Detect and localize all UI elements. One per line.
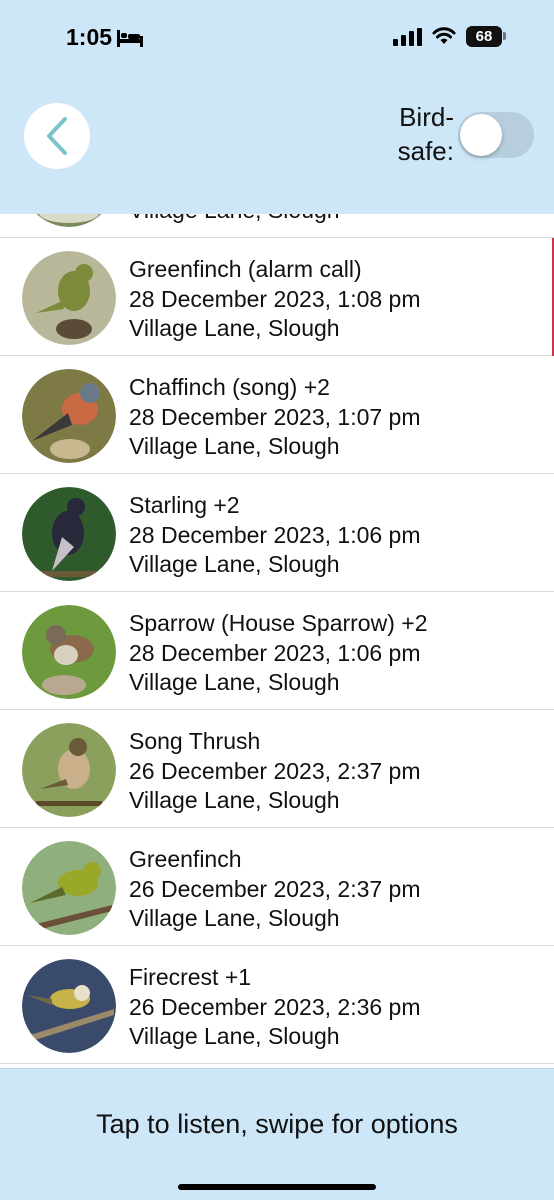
wifi-icon: [432, 27, 456, 44]
item-title: Song Thrush: [129, 728, 261, 754]
birdsafe-toggle[interactable]: [458, 112, 534, 158]
item-title: Sparrow (House Sparrow) +2: [129, 610, 428, 636]
battery-icon: 68: [466, 26, 502, 47]
bird-thumbnail: [22, 959, 116, 1053]
item-date: 26 December 2023, 2:37 pm: [129, 875, 421, 902]
bottom-bar: Tap to listen, swipe for options: [0, 1068, 554, 1200]
bird-thumbnail: [22, 369, 116, 463]
item-date: 28 December 2023, 1:06 pm: [129, 521, 421, 548]
item-title: Greenfinch: [129, 846, 242, 872]
list-item[interactable]: Greenfinch 26 December 2023, 2:37 pm Vil…: [0, 828, 554, 946]
status-time: 1:05: [66, 24, 113, 50]
item-date: 28 December 2023, 1:07 pm: [129, 403, 421, 430]
item-text: Sparrow (House Sparrow) +2 28 December 2…: [129, 608, 427, 697]
list-item[interactable]: Starling +2 28 December 2023, 1:06 pm Vi…: [0, 474, 554, 592]
birdsafe-label-line2: safe:: [397, 136, 454, 166]
bird-thumbnail: [22, 251, 116, 345]
bird-thumbnail: [22, 723, 116, 817]
item-title: Greenfinch (alarm call): [129, 256, 362, 282]
list-item[interactable]: Greenfinch (alarm call) 28 December 2023…: [0, 238, 554, 356]
list-item[interactable]: Song Thrush 26 December 2023, 2:37 pm Vi…: [0, 710, 554, 828]
item-title: Firecrest +1: [129, 964, 252, 990]
item-date: 26 December 2023, 2:36 pm: [129, 993, 421, 1020]
item-location: Village Lane, Slough: [129, 551, 340, 577]
toggle-knob: [460, 114, 502, 156]
back-button[interactable]: [24, 103, 90, 169]
bird-thumbnail: [22, 487, 116, 581]
item-location: Village Lane, Slough: [129, 905, 340, 931]
item-title: Chaffinch (song) +2: [129, 374, 330, 400]
item-text: Greenfinch (alarm call) 28 December 2023…: [129, 254, 421, 343]
item-text: Chaffinch (song) +2 28 December 2023, 1:…: [129, 372, 421, 461]
birdsafe-label: Bird- safe:: [378, 100, 454, 168]
item-location: Village Lane, Slough: [129, 669, 340, 695]
item-location: Village Lane, Slough: [129, 433, 340, 459]
item-location: Village Lane, Slough: [129, 315, 340, 341]
item-date: 28 December 2023, 1:08 pm: [129, 285, 421, 312]
chevron-left-icon: [47, 117, 67, 155]
item-date: 28 December 2023, 1:06 pm: [129, 639, 421, 666]
item-location: Village Lane, Slough: [129, 1023, 340, 1049]
battery-cap: [503, 32, 506, 40]
list-item[interactable]: Firecrest +1 26 December 2023, 2:36 pm V…: [0, 946, 554, 1064]
list-item[interactable]: Sparrow (House Sparrow) +2 28 December 2…: [0, 592, 554, 710]
item-text: Greenfinch 26 December 2023, 2:37 pm Vil…: [129, 844, 421, 933]
hint-text: Tap to listen, swipe for options: [96, 1109, 458, 1139]
item-text: Song Thrush 26 December 2023, 2:37 pm Vi…: [129, 726, 421, 815]
item-text: Firecrest +1 26 December 2023, 2:36 pm V…: [129, 962, 421, 1051]
recordings-list[interactable]: Village Lane, Slough Greenfinch (alarm c…: [0, 120, 554, 1068]
birdsafe-label-line1: Bird-: [399, 102, 454, 132]
bed-icon: [117, 30, 143, 47]
status-bar: 1:05 68: [0, 0, 554, 76]
item-text: Starling +2 28 December 2023, 1:06 pm Vi…: [129, 490, 421, 579]
header-bar: 1:05 68 Bird- safe:: [0, 0, 554, 214]
item-date: 26 December 2023, 2:37 pm: [129, 757, 421, 784]
list-item[interactable]: Chaffinch (song) +2 28 December 2023, 1:…: [0, 356, 554, 474]
home-indicator[interactable]: [178, 1184, 376, 1190]
item-location: Village Lane, Slough: [129, 787, 340, 813]
bird-thumbnail: [22, 841, 116, 935]
item-title: Starling +2: [129, 492, 240, 518]
signal-icon: [393, 28, 422, 46]
bird-thumbnail: [22, 605, 116, 699]
